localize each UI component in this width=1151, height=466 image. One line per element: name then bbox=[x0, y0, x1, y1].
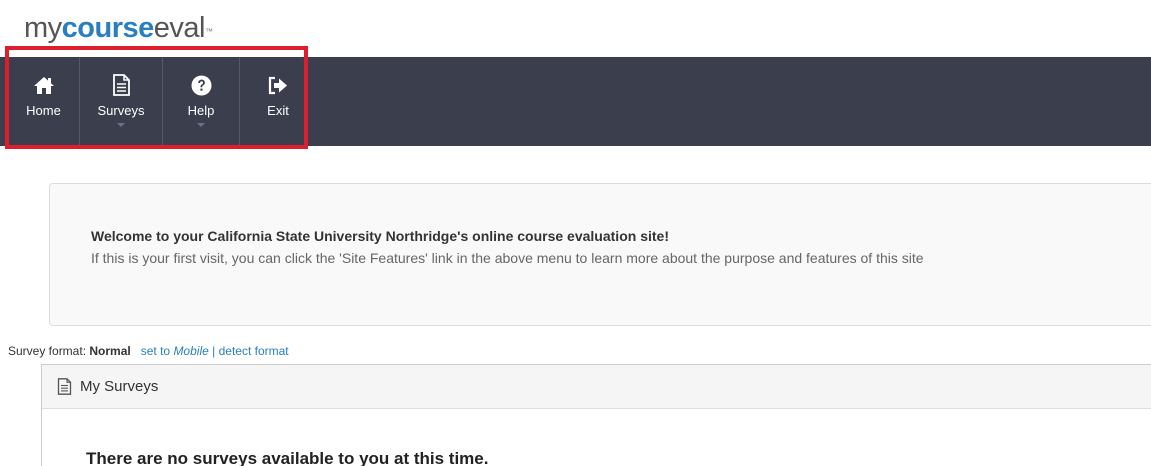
nav-surveys-label: Surveys bbox=[97, 103, 145, 118]
set-mobile-link[interactable]: set to Mobile bbox=[141, 344, 209, 358]
nav-surveys[interactable]: Surveys bbox=[80, 57, 163, 146]
nav-exit-label: Exit bbox=[267, 103, 289, 118]
welcome-title: Welcome to your California State Univers… bbox=[91, 228, 669, 244]
my-surveys-title: My Surveys bbox=[80, 378, 159, 395]
main-navbar: Home Surveys Help Exit bbox=[0, 57, 1151, 146]
chevron-down-icon bbox=[197, 123, 205, 127]
welcome-text: If this is your first visit, you can cli… bbox=[91, 250, 924, 266]
logo-text-eval: eval bbox=[153, 12, 206, 44]
survey-format-current: Normal bbox=[89, 344, 131, 358]
nav-help[interactable]: Help bbox=[163, 57, 240, 146]
sign-out-icon bbox=[266, 74, 290, 96]
format-separator: | bbox=[212, 344, 216, 358]
question-circle-icon bbox=[189, 74, 213, 96]
site-logo: mycourseeval™ bbox=[24, 10, 213, 46]
set-mobile-prefix: set to bbox=[140, 344, 171, 358]
welcome-panel: Welcome to your California State Univers… bbox=[49, 183, 1151, 326]
nav-home-label: Home bbox=[26, 103, 61, 118]
home-icon bbox=[32, 74, 56, 96]
my-surveys-panel: My Surveys There are no surveys availabl… bbox=[41, 364, 1151, 466]
survey-format-label: Survey format: bbox=[8, 344, 87, 358]
set-mobile-target: Mobile bbox=[173, 344, 209, 358]
my-surveys-header: My Surveys bbox=[42, 365, 1151, 409]
survey-format-line: Survey format: Normal set to Mobile | de… bbox=[8, 344, 289, 358]
no-surveys-message: There are no surveys available to you at… bbox=[86, 449, 489, 466]
detect-format-link[interactable]: detect format bbox=[219, 344, 289, 358]
nav-exit[interactable]: Exit bbox=[240, 57, 316, 146]
document-icon bbox=[57, 378, 72, 395]
logo-text-course: course bbox=[61, 12, 155, 44]
nav-home[interactable]: Home bbox=[8, 57, 80, 146]
nav-help-label: Help bbox=[187, 103, 215, 118]
logo-text-my: my bbox=[24, 12, 62, 44]
chevron-down-icon bbox=[117, 123, 125, 127]
document-icon bbox=[109, 74, 133, 96]
logo-trademark: ™ bbox=[204, 27, 213, 36]
